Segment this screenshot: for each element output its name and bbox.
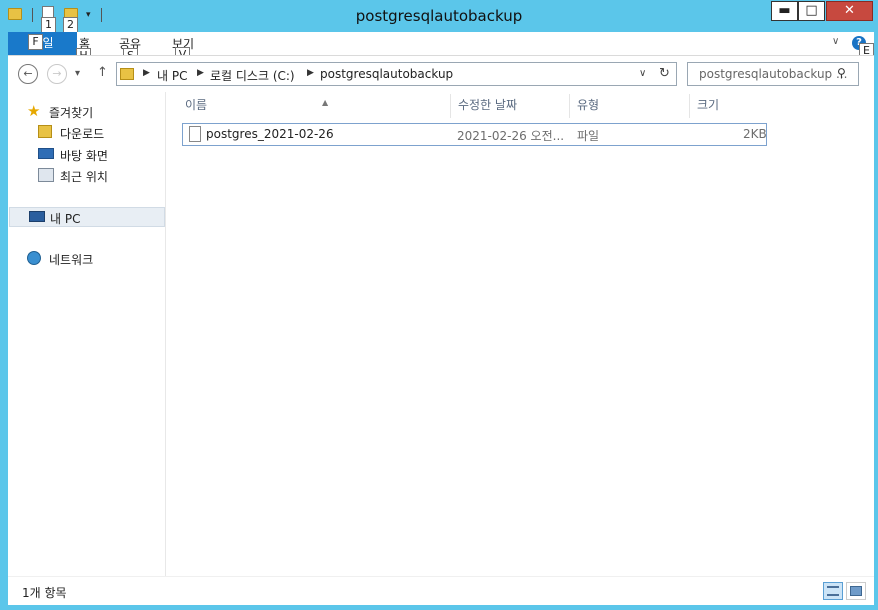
explorer-window: ▾ 1 2 postgresqlautobackup ▬ □ ✕ 파일 홈 공유… [0,0,878,610]
breadcrumb-separator-icon[interactable]: ▶ [307,68,314,78]
recent-locations-chevron-icon[interactable]: ▾ [75,68,80,79]
ribbon-tabs: 파일 홈 공유 보기 F H S V ∨ ? E [8,32,874,64]
search-box[interactable]: postgresqlautobackup ... ⚲ [687,62,859,86]
forward-button[interactable]: → [47,64,67,84]
maximize-button[interactable]: □ [798,1,825,21]
refresh-icon[interactable]: ↻ [659,66,670,81]
download-folder-icon [38,125,52,138]
breadcrumb-separator-icon[interactable]: ▶ [197,68,204,78]
recent-places-icon [38,168,54,182]
column-header-label: 이름 [185,98,208,112]
details-view-icon [827,586,839,596]
computer-icon [29,211,45,222]
content-area: ★ 즐겨찾기 다운로드 바탕 화면 최근 위치 내 PC 네트워크 ▲ 이름 수… [8,92,874,576]
sort-ascending-icon: ▲ [322,98,329,107]
large-icons-view-button[interactable] [846,582,866,600]
star-icon: ★ [27,102,41,120]
column-header-size[interactable]: 크기 [690,94,770,118]
sidebar-item-label: 다운로드 [60,127,105,141]
sidebar-item-favorites[interactable]: ★ 즐겨찾기 [27,102,157,122]
file-modified: 2021-02-26 오전... [457,129,565,143]
table-row[interactable]: postgres_2021-02-26 2021-02-26 오전... 파일 … [182,123,767,146]
item-count: 1개 항목 [22,586,67,600]
title-bar[interactable]: ▾ 1 2 postgresqlautobackup ▬ □ ✕ [0,0,878,33]
large-icons-view-icon [850,586,862,596]
sidebar-item-label: 최근 위치 [60,170,108,184]
minimize-button[interactable]: ▬ [771,1,798,21]
column-header-type[interactable]: 유형 [570,94,690,118]
search-input[interactable]: postgresqlautobackup ... [699,67,847,81]
sidebar-item-label: 바탕 화면 [60,149,108,163]
breadcrumb-current-folder[interactable]: postgresqlautobackup [320,67,453,81]
sidebar-item-this-pc[interactable]: 내 PC [9,207,165,227]
expand-ribbon-chevron-icon[interactable]: ∨ [832,36,839,47]
status-bar: 1개 항목 [8,576,874,605]
sidebar-item-label: 즐겨찾기 [49,106,94,120]
keytip-file: F [28,34,43,50]
breadcrumb-separator-icon[interactable]: ▶ [143,68,150,78]
navigation-bar: ← → ▾ ↑ ▶ 내 PC ▶ 로컬 디스크 (C:) ▶ postgresq… [8,55,874,92]
details-view-button[interactable] [823,582,843,600]
back-button[interactable]: ← [18,64,38,84]
navigation-pane: ★ 즐겨찾기 다운로드 바탕 화면 최근 위치 내 PC 네트워크 [8,92,166,576]
address-dropdown-icon[interactable]: ∨ [639,68,646,79]
search-icon[interactable]: ⚲ [837,66,846,80]
sidebar-item-network[interactable]: 네트워크 [27,249,157,269]
sidebar-item-recent[interactable]: 최근 위치 [38,166,158,186]
window-title: postgresqlautobackup [355,7,523,25]
breadcrumb-this-pc[interactable]: 내 PC [157,67,187,84]
up-arrow-icon[interactable]: ↑ [97,65,108,80]
breadcrumb-local-disk[interactable]: 로컬 디스크 (C:) [210,67,295,84]
file-list-pane: ▲ 이름 수정한 날짜 유형 크기 postgres_2021-02-26 20… [167,92,874,576]
column-header-name[interactable]: ▲ 이름 [178,94,451,118]
sidebar-item-label: 내 PC [50,212,81,226]
file-name: postgres_2021-02-26 [206,127,334,141]
sidebar-item-label: 네트워크 [49,253,94,267]
sidebar-item-desktop[interactable]: 바탕 화면 [38,145,158,165]
column-header-modified[interactable]: 수정한 날짜 [451,94,570,118]
folder-icon [120,68,134,80]
desktop-icon [38,148,54,159]
close-button[interactable]: ✕ [826,1,873,21]
network-icon [27,251,41,265]
file-icon [189,126,201,142]
file-size: 2KB [743,127,767,141]
address-bar[interactable]: ▶ 내 PC ▶ 로컬 디스크 (C:) ▶ postgresqlautobac… [116,62,677,86]
sidebar-item-downloads[interactable]: 다운로드 [38,123,158,143]
file-type: 파일 [577,129,600,143]
